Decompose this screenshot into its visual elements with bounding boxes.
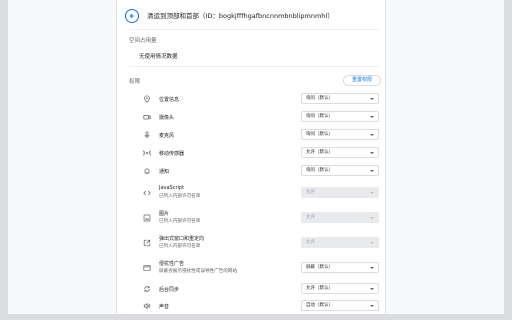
permission-select-javascript: 允许 — [301, 187, 379, 198]
permission-label: 位置信息 — [159, 97, 180, 103]
chevron-down-icon — [370, 216, 374, 219]
permission-row-ads: 侵扰性广告 屏蔽会展示侵扰性或误导性广告的网站 屏蔽（默认） — [139, 259, 379, 279]
chevron-down-icon — [370, 97, 374, 100]
header-divider — [129, 29, 379, 30]
chevron-down-icon — [370, 115, 374, 118]
permission-select-background-sync[interactable]: 允许（默认） — [301, 283, 379, 294]
select-value: 允许（默认） — [306, 150, 333, 155]
permission-sublabel: 已列入内部许可名单 — [159, 244, 201, 249]
select-value: 询问（默认） — [306, 114, 333, 119]
permission-select-popups: 允许 — [301, 237, 379, 248]
chevron-down-icon — [370, 304, 374, 307]
sync-icon — [143, 285, 151, 293]
select-value: 自动（默认） — [306, 303, 333, 308]
popup-icon — [143, 239, 151, 247]
permission-label: 后台同步 — [159, 287, 180, 293]
chevron-down-icon — [370, 169, 374, 172]
reset-permissions-button[interactable]: 重置权限 — [343, 75, 381, 86]
permission-row-notifications: 通知 询问（默认） — [139, 164, 379, 178]
ad-icon — [143, 264, 151, 272]
permission-select-images: 允许 — [301, 212, 379, 223]
bell-icon — [143, 167, 151, 175]
select-value: 询问（默认） — [306, 132, 333, 137]
permission-label: 图片 — [159, 211, 170, 217]
permission-sublabel: 已列入内部许可名单 — [159, 194, 201, 199]
permission-label: 弹出式窗口和重定向 — [159, 236, 205, 242]
select-value: 允许（默认） — [306, 286, 333, 291]
permission-label: 声音 — [159, 304, 170, 310]
permission-select-camera[interactable]: 询问（默认） — [301, 111, 379, 122]
chevron-down-icon — [370, 133, 374, 136]
permission-row-background-sync: 后台同步 允许（默认） — [139, 282, 379, 296]
image-icon — [143, 214, 151, 222]
permission-sublabel: 已列入内部许可名单 — [159, 219, 201, 224]
chevron-down-icon — [370, 287, 374, 290]
permission-sublabel: 屏蔽会展示侵扰性或误导性广告的网站 — [159, 269, 238, 274]
usage-section-label: 空间占用量 — [129, 38, 157, 44]
select-value: 询问（默认） — [306, 96, 333, 101]
microphone-icon — [143, 131, 151, 139]
select-value: 屏蔽（默认） — [306, 265, 333, 270]
permission-row-motion-sensor: 移动传感器 允许（默认） — [139, 146, 379, 160]
permission-row-popups: 弹出式窗口和重定向 已列入内部许可名单 允许 — [139, 234, 379, 254]
browser-viewport: 清运到顶部和首部（ID：bogkjfffhgafbncnnmbnblipmnmh… — [0, 0, 512, 320]
usage-text: 无使用情况数据 — [139, 54, 178, 60]
chevron-down-icon — [370, 191, 374, 194]
usage-divider — [129, 66, 379, 67]
sound-icon — [143, 302, 151, 310]
permission-label: 麦克风 — [159, 133, 175, 139]
permission-select-location[interactable]: 询问（默认） — [301, 93, 379, 104]
chevron-down-icon — [370, 151, 374, 154]
permission-select-sound[interactable]: 自动（默认） — [301, 300, 379, 311]
back-arrow-icon[interactable] — [125, 9, 139, 23]
motion-sensor-icon — [143, 149, 151, 157]
permission-label: JavaScript — [159, 185, 185, 191]
permission-row-location: 位置信息 询问（默认） — [139, 92, 379, 106]
permission-label: 移动传感器 — [159, 151, 185, 157]
permission-row-images: 图片 已列入内部许可名单 允许 — [139, 209, 379, 229]
select-value: 允许 — [306, 215, 315, 220]
page-title: 清运到顶部和首部（ID：bogkjfffhgafbncnnmbnblipmnmh… — [147, 12, 334, 20]
permission-label: 侵扰性广告 — [159, 261, 185, 267]
permissions-section-label: 权限 — [129, 79, 141, 85]
site-settings-card: 清运到顶部和首部（ID：bogkjfffhgafbncnnmbnblipmnmh… — [116, 0, 386, 314]
permission-select-motion-sensor[interactable]: 允许（默认） — [301, 147, 379, 158]
select-value: 允许 — [306, 240, 315, 245]
select-value: 询问（默认） — [306, 168, 333, 173]
camera-icon — [143, 113, 151, 121]
permission-label: 通知 — [159, 169, 170, 175]
chevron-down-icon — [370, 266, 374, 269]
permission-select-notifications[interactable]: 询问（默认） — [301, 165, 379, 176]
permission-row-sound: 声音 自动（默认） — [139, 299, 379, 313]
location-icon — [143, 95, 151, 103]
permission-select-ads[interactable]: 屏蔽（默认） — [301, 262, 379, 273]
permission-select-microphone[interactable]: 询问（默认） — [301, 129, 379, 140]
settings-background: 清运到顶部和首部（ID：bogkjfffhgafbncnnmbnblipmnmh… — [8, 0, 504, 314]
permission-row-microphone: 麦克风 询问（默认） — [139, 128, 379, 142]
select-value: 允许 — [306, 190, 315, 195]
permission-label: 摄像头 — [159, 115, 175, 121]
permission-row-camera: 摄像头 询问（默认） — [139, 110, 379, 124]
permission-row-javascript: JavaScript 已列入内部许可名单 允许 — [139, 184, 379, 204]
chevron-down-icon — [370, 241, 374, 244]
code-icon — [143, 189, 151, 197]
